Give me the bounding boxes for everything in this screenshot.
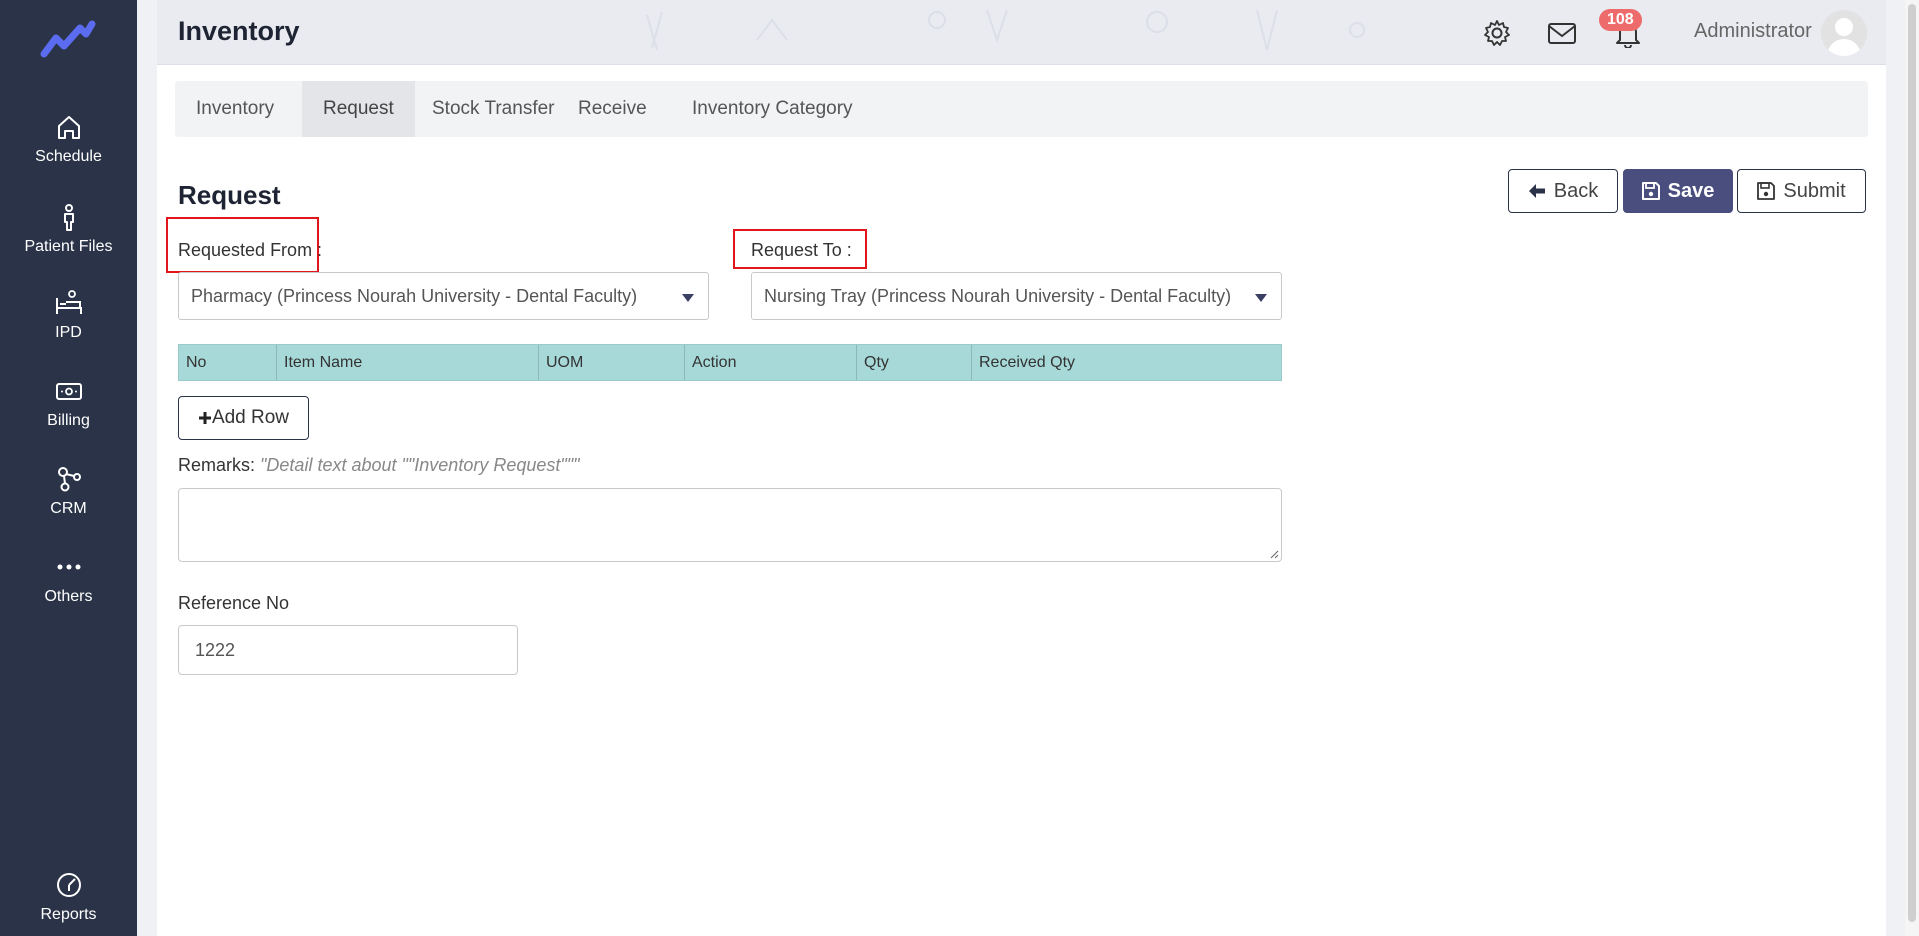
avatar-person-icon	[1827, 18, 1861, 56]
more-icon	[57, 564, 80, 570]
back-button[interactable]: Back	[1508, 169, 1618, 213]
bed-icon	[55, 290, 82, 314]
requested-from-select[interactable]: Pharmacy (Princess Nourah University - D…	[178, 272, 709, 320]
submit-button-label: Submit	[1783, 179, 1846, 202]
scrollbar-thumb[interactable]	[1908, 4, 1916, 922]
crm-icon	[57, 467, 81, 492]
nav-others[interactable]: Others	[0, 552, 137, 606]
column-header-uom: UOM	[539, 345, 685, 380]
tab-request[interactable]: Request	[302, 81, 415, 137]
save-icon	[1757, 182, 1776, 200]
tab-bar: Inventory Request Stock Transfer Receive…	[175, 81, 1868, 137]
remarks-textarea[interactable]	[178, 488, 1282, 562]
tab-inventory[interactable]: Inventory	[175, 81, 295, 137]
items-table-header: No Item Name UOM Action Qty Received Qty	[178, 344, 1282, 381]
mail-icon[interactable]	[1547, 18, 1577, 48]
save-icon	[1641, 182, 1660, 200]
column-header-received-qty: Received Qty	[979, 354, 1076, 371]
reference-input[interactable]: 1222	[178, 625, 518, 675]
save-button-label: Save	[1667, 179, 1715, 202]
remarks-label: Remarks:	[178, 455, 256, 475]
plus-icon	[198, 412, 211, 424]
page-scrollbar[interactable]	[1905, 0, 1919, 936]
nav-ipd[interactable]: IPD	[0, 288, 137, 342]
app-logo[interactable]	[40, 20, 96, 60]
reference-label: Reference No	[178, 593, 290, 613]
reports-icon	[56, 873, 81, 897]
nav-crm[interactable]: CRM	[0, 464, 137, 518]
nav-schedule-label: Schedule	[35, 148, 102, 165]
nav-patient-files[interactable]: Patient Files	[0, 202, 137, 256]
save-button[interactable]: Save	[1623, 169, 1733, 213]
sidebar: Schedule Patient Files IPD Billing CRM O…	[0, 0, 137, 936]
column-header-action: Action	[685, 345, 857, 380]
remarks-hint: "Detail text about ""Inventory Request""…	[260, 455, 580, 475]
submit-button[interactable]: Submit	[1737, 169, 1866, 213]
nav-billing-label: Billing	[47, 412, 90, 429]
tab-stock-transfer[interactable]: Stock Transfer	[411, 81, 576, 137]
nav-ipd-label: IPD	[55, 324, 82, 341]
notification-badge: 108	[1599, 9, 1642, 31]
money-icon	[55, 383, 82, 400]
avatar[interactable]	[1821, 10, 1867, 56]
tab-receive[interactable]: Receive	[557, 81, 668, 137]
column-header-qty: Qty	[857, 345, 972, 380]
user-name[interactable]: Administrator	[1694, 20, 1812, 43]
nav-reports-label: Reports	[40, 906, 97, 923]
page-title: Inventory	[178, 16, 300, 46]
requested-from-label: Requested From :	[178, 240, 323, 260]
gear-icon[interactable]	[1482, 18, 1512, 48]
nav-others-label: Others	[44, 588, 93, 605]
column-header-no: No	[179, 345, 277, 380]
remarks-label-row: Remarks: "Detail text about ""Inventory …	[178, 455, 580, 476]
request-to-label: Request To :	[751, 240, 852, 260]
main-content: Inventory 108 Administrator Inventory Re…	[157, 0, 1886, 936]
nav-billing[interactable]: Billing	[0, 376, 137, 430]
tab-inventory-category[interactable]: Inventory Category	[671, 81, 874, 137]
nav-patient-files-label: Patient Files	[24, 238, 113, 255]
top-header: Inventory 108 Administrator	[157, 0, 1886, 65]
arrow-left-icon	[1528, 184, 1545, 198]
chevron-down-icon	[682, 294, 694, 302]
add-row-button[interactable]: Add Row	[178, 396, 309, 440]
chevron-down-icon	[1255, 294, 1267, 302]
request-to-select[interactable]: Nursing Tray (Princess Nourah University…	[751, 272, 1282, 320]
add-row-label: Add Row	[211, 407, 290, 428]
form-title: Request	[178, 180, 281, 210]
nav-reports[interactable]: Reports	[0, 870, 137, 924]
home-icon	[57, 116, 80, 139]
requested-from-value: Pharmacy (Princess Nourah University - D…	[191, 286, 638, 306]
person-icon	[63, 204, 74, 231]
back-button-label: Back	[1553, 179, 1599, 202]
column-header-item-name: Item Name	[277, 345, 539, 380]
nav-crm-label: CRM	[50, 500, 87, 517]
nav-schedule[interactable]: Schedule	[0, 112, 137, 166]
resize-grip-icon[interactable]	[1269, 549, 1279, 559]
request-to-value: Nursing Tray (Princess Nourah University…	[764, 286, 1232, 306]
